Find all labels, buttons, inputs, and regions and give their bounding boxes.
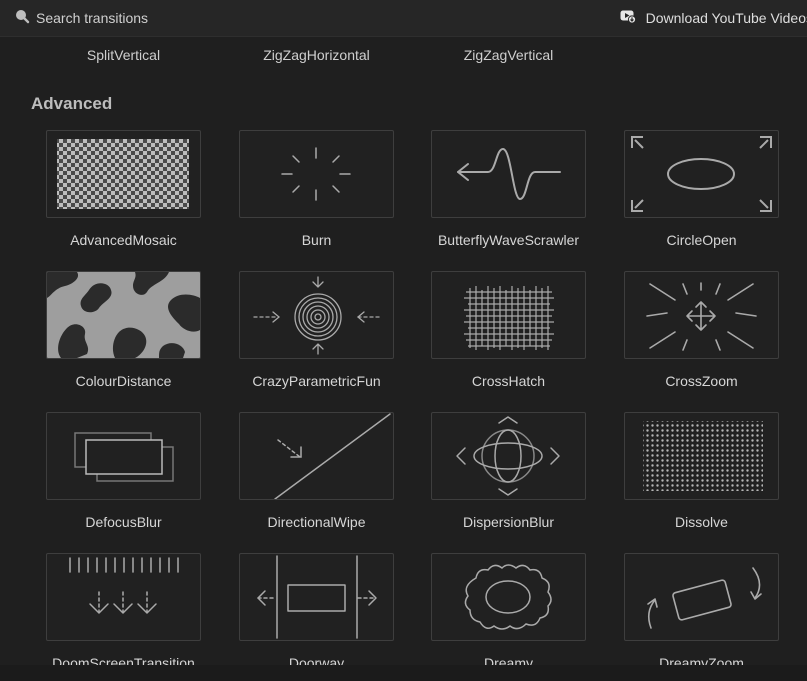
diagonal-wipe-icon bbox=[240, 413, 393, 499]
section-heading-advanced: Advanced bbox=[31, 94, 113, 113]
burst-rays-icon bbox=[240, 131, 393, 217]
transition-card-doorway[interactable]: Doorway bbox=[239, 553, 394, 665]
transition-thumbnail bbox=[624, 553, 779, 641]
transition-card-crazy-parametric-fun[interactable]: CrazyParametricFun bbox=[239, 271, 394, 406]
download-label: Download YouTube Videos bbox=[645, 10, 807, 26]
search-input[interactable]: Search transitions bbox=[14, 7, 148, 29]
transition-card-dissolve[interactable]: Dissolve bbox=[624, 412, 779, 547]
offset-rectangles-icon bbox=[47, 413, 200, 499]
cloud-ellipse-icon bbox=[432, 554, 585, 640]
transition-card-doom-screen-transition[interactable]: DoomScreenTransition bbox=[46, 553, 201, 665]
transitions-grid: AdvancedMosaic Burn ButterflyWaveScrawle… bbox=[0, 120, 807, 665]
transition-thumbnail bbox=[239, 130, 394, 218]
bottom-bar bbox=[0, 665, 807, 681]
transition-name: DoomScreenTransition bbox=[52, 655, 195, 665]
transition-card-advanced-mosaic[interactable]: AdvancedMosaic bbox=[46, 130, 201, 265]
transition-thumbnail bbox=[239, 553, 394, 641]
transition-card-cross-hatch[interactable]: CrossHatch bbox=[431, 271, 586, 406]
transition-thumbnail bbox=[431, 130, 586, 218]
transition-thumbnail bbox=[624, 412, 779, 500]
transition-label-zigzag-vertical[interactable]: ZigZagVertical bbox=[431, 47, 586, 63]
transition-label-zigzag-horizontal[interactable]: ZigZagHorizontal bbox=[239, 47, 394, 63]
transition-name: DreamyZoom bbox=[659, 655, 744, 665]
transition-thumbnail bbox=[239, 271, 394, 359]
petal-circles-icon bbox=[432, 413, 585, 499]
transition-thumbnail bbox=[46, 412, 201, 500]
transition-card-cross-zoom[interactable]: CrossZoom bbox=[624, 271, 779, 406]
transition-name: Dissolve bbox=[675, 514, 728, 530]
dot-grid-icon bbox=[625, 413, 778, 499]
transition-name: Doorway bbox=[288, 655, 345, 665]
transition-name: CrazyParametricFun bbox=[252, 373, 381, 389]
transition-card-burn[interactable]: Burn bbox=[239, 130, 394, 265]
transition-card-circle-open[interactable]: CircleOpen bbox=[624, 130, 779, 265]
top-bar: Search transitions Download YouTube Vide… bbox=[0, 0, 807, 37]
youtube-download-icon bbox=[620, 8, 636, 29]
transition-name: ColourDistance bbox=[75, 373, 172, 389]
transition-name: Burn bbox=[301, 232, 332, 248]
transition-card-colour-distance[interactable]: ColourDistance bbox=[46, 271, 201, 406]
wave-arrow-icon bbox=[432, 131, 585, 217]
zoom-burst-icon bbox=[625, 272, 778, 358]
transition-thumbnail bbox=[46, 130, 201, 218]
transition-name: AdvancedMosaic bbox=[70, 232, 177, 248]
rotate-card-icon bbox=[625, 554, 778, 640]
transition-card-dreamy[interactable]: Dreamy bbox=[431, 553, 586, 665]
transition-card-dreamy-zoom[interactable]: DreamyZoom bbox=[624, 553, 779, 665]
transition-thumbnail bbox=[624, 130, 779, 218]
transition-thumbnail bbox=[624, 271, 779, 359]
transition-name: CrossHatch bbox=[471, 373, 546, 389]
transition-thumbnail bbox=[431, 412, 586, 500]
transition-card-dispersion-blur[interactable]: DispersionBlur bbox=[431, 412, 586, 547]
drip-arrows-icon bbox=[47, 554, 200, 640]
download-youtube-videos-button[interactable]: Download YouTube Videos bbox=[620, 7, 807, 29]
transition-thumbnail bbox=[46, 553, 201, 641]
transition-thumbnail bbox=[431, 553, 586, 641]
transition-name: CrossZoom bbox=[665, 373, 738, 389]
transition-card-directional-wipe[interactable]: DirectionalWipe bbox=[239, 412, 394, 547]
transition-name: DefocusBlur bbox=[85, 514, 162, 530]
search-placeholder: Search transitions bbox=[36, 10, 149, 26]
transition-name: Dreamy bbox=[483, 655, 533, 665]
transition-label-split-vertical[interactable]: SplitVertical bbox=[46, 47, 201, 63]
blob-pattern-icon bbox=[47, 272, 200, 358]
mosaic-checker-icon bbox=[47, 131, 200, 217]
transition-name: DispersionBlur bbox=[462, 514, 555, 530]
transition-card-butterfly-wave-scrawler[interactable]: ButterflyWaveScrawler bbox=[431, 130, 586, 265]
concentric-target-icon bbox=[240, 272, 393, 358]
transition-name: CircleOpen bbox=[666, 232, 737, 248]
transition-name: ButterflyWaveScrawler bbox=[437, 232, 580, 248]
search-icon bbox=[14, 8, 30, 29]
transition-thumbnail bbox=[239, 412, 394, 500]
crosshatch-grid-icon bbox=[432, 272, 585, 358]
doorway-arrows-icon bbox=[240, 554, 393, 640]
transition-thumbnail bbox=[46, 271, 201, 359]
ellipse-corners-icon bbox=[625, 131, 778, 217]
transition-thumbnail bbox=[431, 271, 586, 359]
transition-card-defocus-blur[interactable]: DefocusBlur bbox=[46, 412, 201, 547]
transition-name: DirectionalWipe bbox=[267, 514, 366, 530]
